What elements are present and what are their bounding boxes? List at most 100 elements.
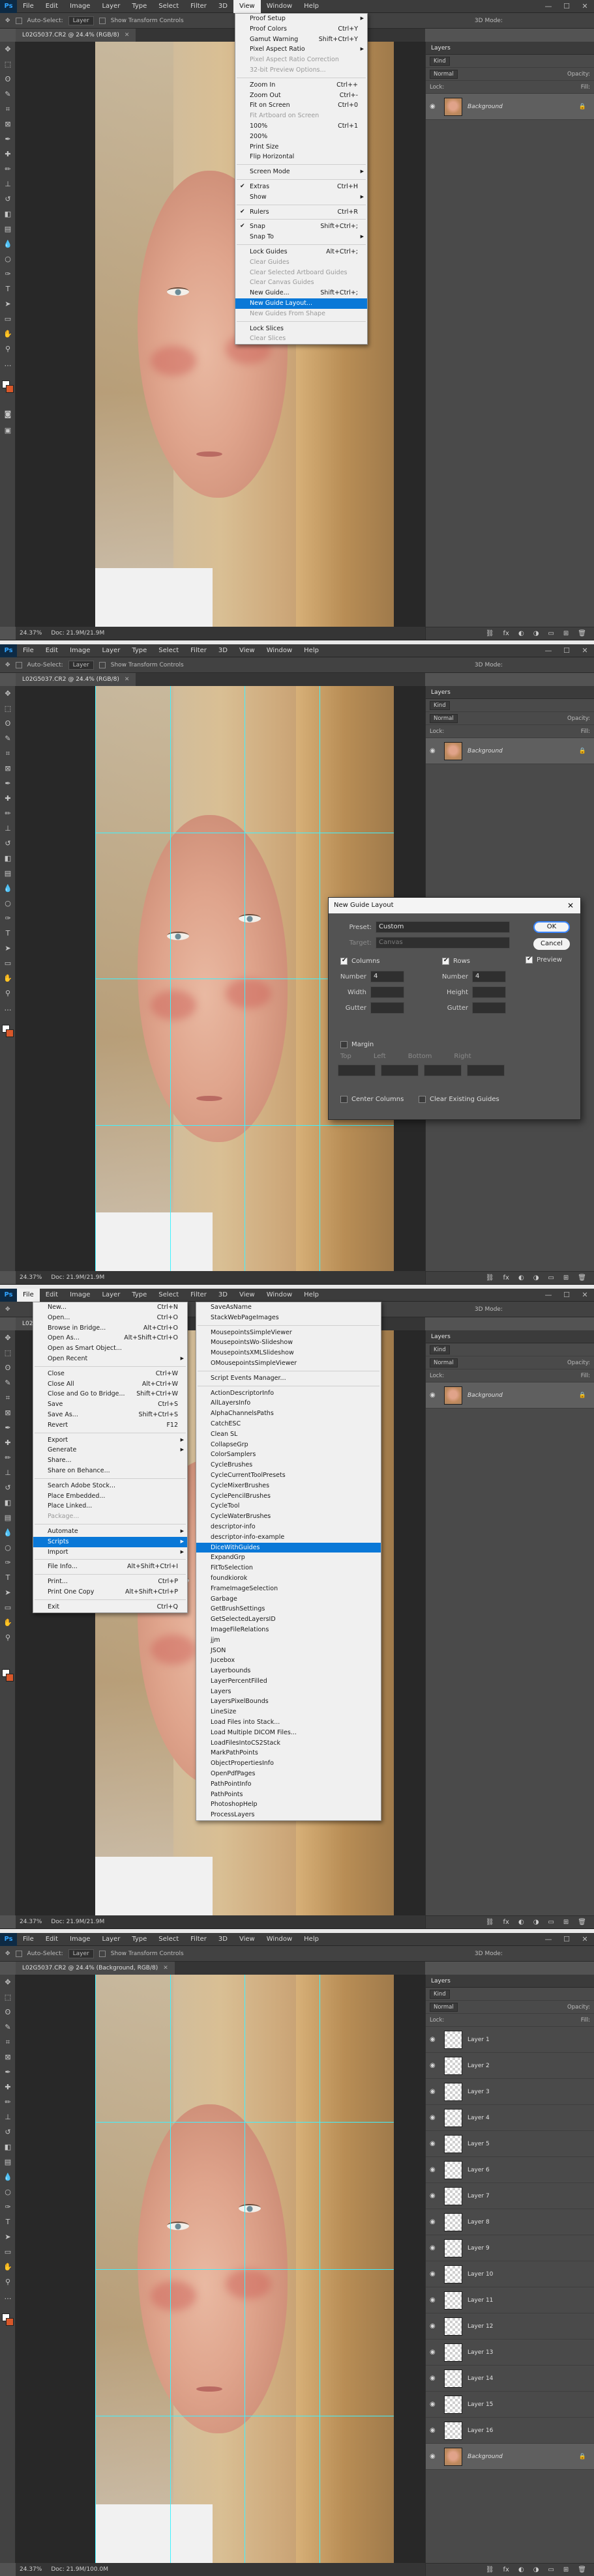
visibility-eye-icon[interactable]: ◉: [430, 2375, 439, 2382]
layer-name[interactable]: Background: [468, 2454, 503, 2460]
lasso-tool-icon[interactable]: ʘ: [0, 716, 16, 731]
close-icon[interactable]: ✕: [576, 1291, 594, 1299]
scripts-menu-item[interactable]: MousepointsSimpleViewer: [196, 1328, 381, 1338]
history-brush-icon[interactable]: ↺: [0, 192, 16, 207]
scripts-menu-item[interactable]: CycleTool: [196, 1501, 381, 1511]
history-brush-icon[interactable]: ↺: [0, 2125, 16, 2140]
link-icon[interactable]: ⛓: [486, 2566, 494, 2573]
close-tab-icon[interactable]: ✕: [163, 1965, 168, 1971]
file-menu-item[interactable]: Scripts: [33, 1536, 187, 1547]
close-tab-icon[interactable]: ✕: [125, 676, 130, 683]
scripts-menu-item[interactable]: LayersPixelBounds: [196, 1696, 381, 1707]
scripts-menu-item[interactable]: MousepointsXMLSlideshow: [196, 1348, 381, 1358]
background-color-swatch[interactable]: [6, 1029, 14, 1037]
layer-row[interactable]: ◉ Layer 13: [426, 2340, 594, 2366]
menu-help[interactable]: Help: [298, 1933, 325, 1946]
center-columns-checkbox[interactable]: [340, 1096, 348, 1103]
rows-gutter-input[interactable]: [472, 1002, 506, 1014]
file-menu-item[interactable]: Generate: [33, 1445, 187, 1455]
layer-name[interactable]: Background: [468, 1392, 503, 1399]
layer-name[interactable]: Background: [468, 748, 503, 754]
brush-tool-icon[interactable]: ✏: [0, 2095, 16, 2110]
close-icon[interactable]: ✕: [576, 646, 594, 655]
file-menu-item[interactable]: Search Adobe Stock...: [33, 1481, 187, 1491]
document-tab[interactable]: L02G5037.CR2 @ 24.4% (RGB/8) ✕: [16, 673, 136, 686]
visibility-eye-icon[interactable]: ◉: [430, 2062, 439, 2069]
scripts-menu-item[interactable]: CollapseGrp: [196, 1440, 381, 1450]
menu-help[interactable]: Help: [298, 1289, 325, 1302]
scripts-menu-item[interactable]: ExpandGrp: [196, 1553, 381, 1563]
scripts-menu-item[interactable]: AllLayersInfo: [196, 1398, 381, 1409]
quick-select-tool-icon[interactable]: ✎: [0, 1375, 16, 1390]
zoom-level[interactable]: 24.37%: [20, 1915, 42, 1928]
scripts-menu-item[interactable]: JSON: [196, 1646, 381, 1656]
more-tools-icon[interactable]: …: [0, 2289, 16, 2304]
menu-3d[interactable]: 3D: [213, 1933, 233, 1946]
menu-image[interactable]: Image: [64, 644, 96, 657]
minimize-icon[interactable]: —: [539, 2, 557, 10]
eyedropper-tool-icon[interactable]: ✒: [0, 1420, 16, 1435]
move-tool-icon[interactable]: ✥: [5, 662, 10, 668]
view-menu-item[interactable]: New Guide Layout...: [235, 298, 367, 309]
scripts-menu-item[interactable]: CatchESC: [196, 1419, 381, 1429]
frame-tool-icon[interactable]: ⊠: [0, 761, 16, 776]
scripts-menu-item[interactable]: PathPoints: [196, 1790, 381, 1800]
menu-edit[interactable]: Edit: [40, 1289, 64, 1302]
scripts-menu-item[interactable]: DiceWithGuides: [196, 1542, 381, 1553]
menu-select[interactable]: Select: [153, 1289, 185, 1302]
guide-line[interactable]: [95, 2268, 394, 2270]
scripts-menu-item[interactable]: GetSelectedLayersID: [196, 1614, 381, 1625]
maximize-icon[interactable]: ☐: [557, 646, 576, 655]
zoom-tool-icon[interactable]: ⚲: [0, 341, 16, 356]
layer-name[interactable]: Layer 15: [468, 2401, 493, 2408]
close-icon[interactable]: ✕: [576, 1935, 594, 1943]
layer-name[interactable]: Layer 7: [468, 2193, 490, 2199]
visibility-eye-icon[interactable]: ◉: [430, 2297, 439, 2304]
scripts-menu-item[interactable]: PathPointInfo: [196, 1779, 381, 1790]
healing-tool-icon[interactable]: ✚: [0, 1435, 16, 1450]
menu-type[interactable]: Type: [126, 0, 153, 13]
new-layer-icon[interactable]: ⊞: [563, 1274, 569, 1281]
pen-tool-icon[interactable]: ✑: [0, 2199, 16, 2214]
crop-tool-icon[interactable]: ⌗: [0, 746, 16, 761]
mask-icon[interactable]: ◐: [518, 1919, 524, 1926]
view-menu-item[interactable]: Screen Mode: [235, 167, 367, 177]
view-menu-item[interactable]: Lock Guides Alt+Ctrl+;: [235, 247, 367, 257]
menu-view[interactable]: View: [233, 0, 261, 13]
scripts-menu-item[interactable]: StackWebPageImages: [196, 1313, 381, 1323]
visibility-eye-icon[interactable]: ◉: [430, 2088, 439, 2095]
cancel-button[interactable]: Cancel: [533, 938, 570, 950]
menu-filter[interactable]: Filter: [185, 644, 213, 657]
scripts-menu-item[interactable]: Garbage: [196, 1594, 381, 1605]
file-menu-item[interactable]: Save As... Shift+Ctrl+S: [33, 1410, 187, 1420]
file-menu-item[interactable]: Print... Ctrl+P: [33, 1577, 187, 1587]
history-brush-icon[interactable]: ↺: [0, 836, 16, 851]
menu-3d[interactable]: 3D: [213, 644, 233, 657]
menu-layer[interactable]: Layer: [96, 0, 126, 13]
menu-select[interactable]: Select: [153, 644, 185, 657]
menu-window[interactable]: Window: [261, 0, 298, 13]
layer-name[interactable]: Layer 6: [468, 2167, 490, 2173]
scripts-menu-item[interactable]: foundkiorok: [196, 1573, 381, 1584]
layer-name[interactable]: Layer 16: [468, 2427, 493, 2434]
scripts-menu-item[interactable]: CycleWaterBrushes: [196, 1511, 381, 1522]
scripts-menu-item[interactable]: LayerPercentFilled: [196, 1676, 381, 1687]
history-brush-icon[interactable]: ↺: [0, 1480, 16, 1495]
view-menu-item[interactable]: Snap Shift+Ctrl+;: [235, 222, 367, 232]
visibility-eye-icon[interactable]: ◉: [430, 2114, 439, 2121]
layer-row[interactable]: ◉ Layer 6: [426, 2157, 594, 2183]
layer-row[interactable]: ◉ Layer 14: [426, 2366, 594, 2392]
layer-row[interactable]: ◉ Layer 10: [426, 2261, 594, 2287]
file-menu-item[interactable]: Close Ctrl+W: [33, 1369, 187, 1379]
margin-top-input[interactable]: [338, 1065, 376, 1076]
menu-file[interactable]: File: [17, 1289, 40, 1302]
shape-tool-icon[interactable]: ▭: [0, 1600, 16, 1615]
stamp-tool-icon[interactable]: ⊥: [0, 821, 16, 836]
layers-tab[interactable]: Layers: [426, 42, 594, 55]
zoom-level[interactable]: 24.37%: [20, 1271, 42, 1284]
layer-name[interactable]: Layer 11: [468, 2297, 493, 2304]
view-menu-item[interactable]: 200%: [235, 132, 367, 142]
quick-mask-icon[interactable]: ◙: [0, 407, 16, 422]
move-tool-icon[interactable]: ✥: [0, 1330, 16, 1345]
stamp-tool-icon[interactable]: ⊥: [0, 177, 16, 192]
